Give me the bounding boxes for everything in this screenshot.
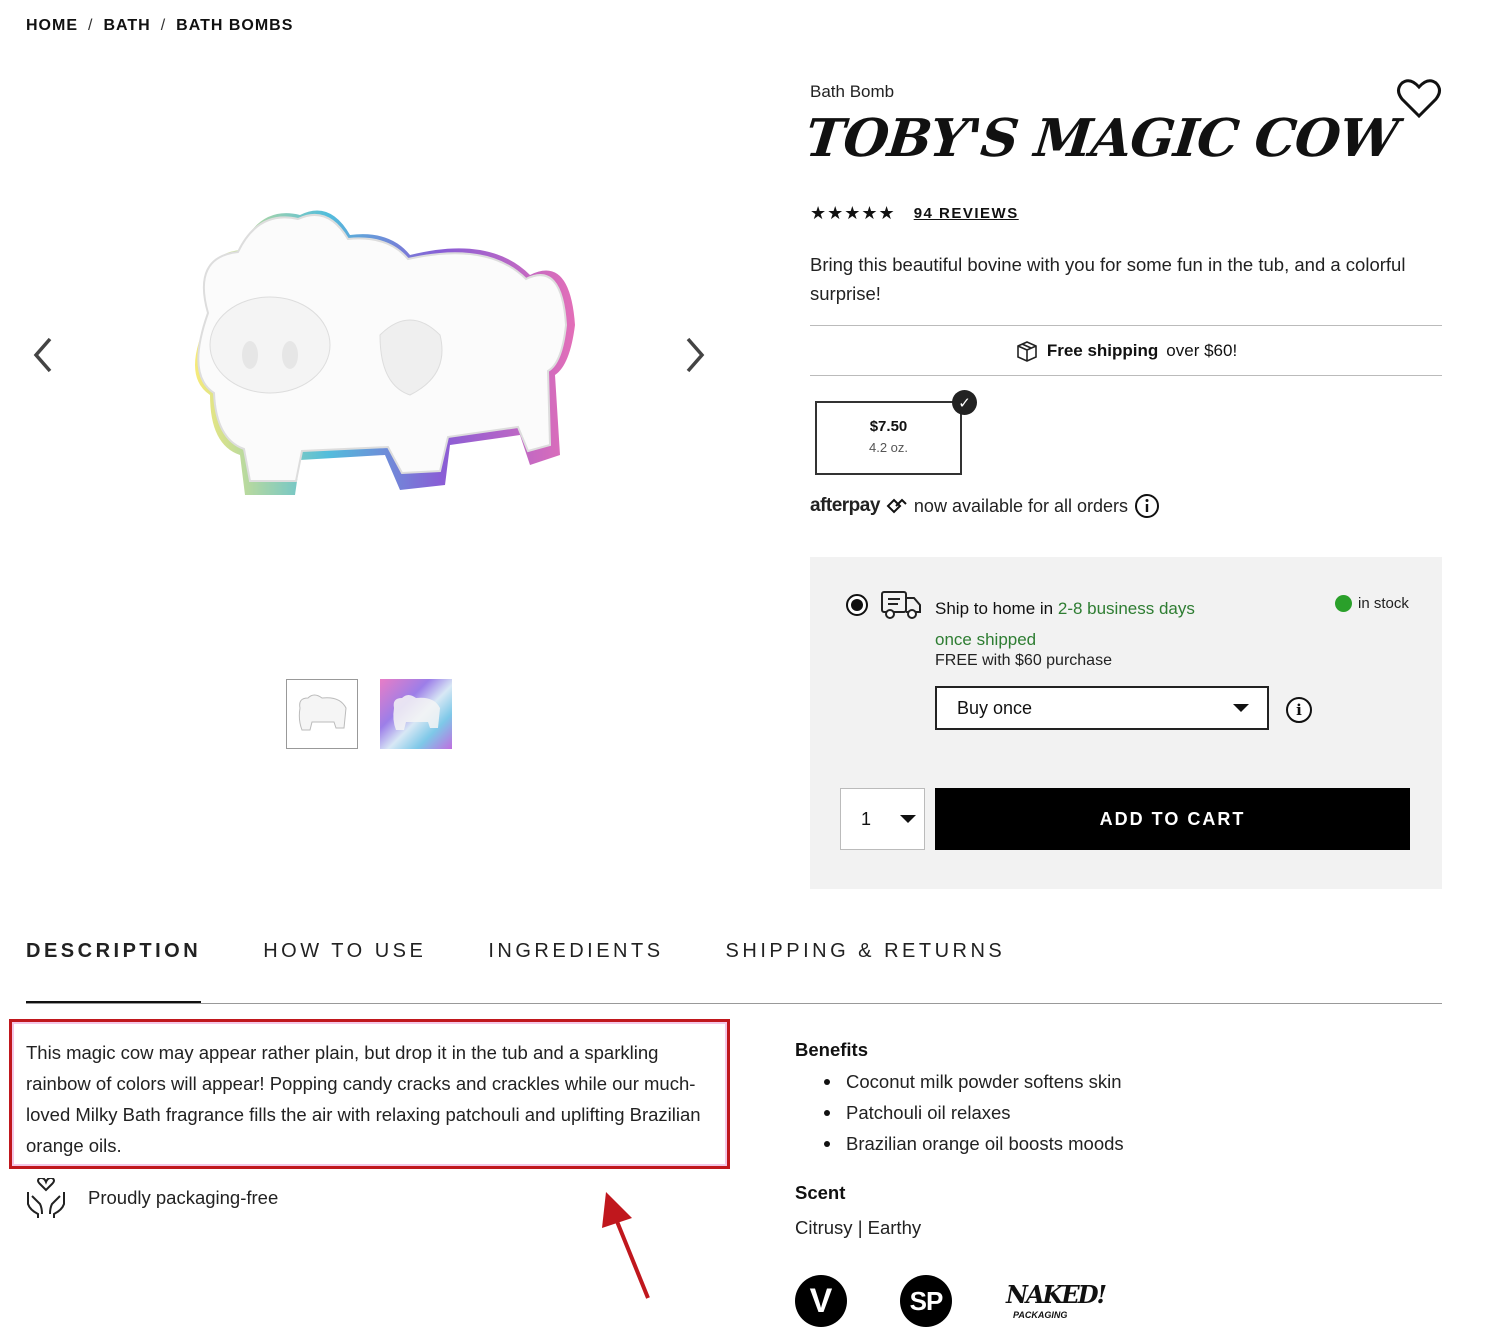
naked-packaging-logo: NAKED! <box>1006 1280 1107 1309</box>
afterpay-logo: afterpay <box>810 495 880 516</box>
size-weight: 4.2 oz. <box>868 440 909 455</box>
product-image <box>195 210 575 495</box>
delivery-days: 2-8 business days <box>1057 599 1195 618</box>
delivery-panel: Ship to home in 2-8 business days once s… <box>810 557 1442 889</box>
benefit-item: Coconut milk powder softens skin <box>824 1066 1124 1097</box>
breadcrumb-separator: / <box>160 17 167 34</box>
chevron-right-icon[interactable] <box>680 335 710 375</box>
product-tagline: Bring this beautiful bovine with you for… <box>810 254 1406 304</box>
benefit-item: Patchouli oil relaxes <box>824 1097 1124 1128</box>
tab-how-to-use[interactable]: HOW TO USE <box>263 940 426 1004</box>
breadcrumb: HOME / BATH / BATH BOMBS <box>26 17 293 35</box>
product-gallery <box>20 140 720 670</box>
ship-home-radio[interactable] <box>846 594 868 616</box>
delivery-free-note: FREE with $60 purchase <box>935 652 1112 669</box>
stock-status: in stock <box>1335 595 1409 612</box>
info-icon[interactable]: i <box>1286 697 1312 723</box>
packaging-note: Proudly packaging-free <box>24 1178 278 1218</box>
add-to-cart-button[interactable]: ADD TO CART <box>935 788 1410 850</box>
rating-row: ★★★★★ 94 REVIEWS <box>810 203 1019 224</box>
delivery-once-shipped: once shipped <box>935 630 1037 649</box>
quantity-value: 1 <box>861 808 872 829</box>
quantity-select[interactable]: 1 <box>840 788 925 850</box>
caret-down-icon <box>900 815 916 823</box>
tabs-divider <box>26 1003 1442 1004</box>
benefits-heading: Benefits <box>795 1039 868 1060</box>
info-icon[interactable] <box>1134 493 1160 519</box>
check-icon: ✓ <box>952 390 977 415</box>
star-rating-icon: ★★★★★ <box>810 203 896 223</box>
free-shipping-banner: Free shipping over $60! <box>810 325 1442 376</box>
benefit-item: Brazilian orange oil boosts moods <box>824 1128 1124 1159</box>
purchase-option-value: Buy once <box>957 697 1033 718</box>
purchase-option-select[interactable]: Buy once <box>935 686 1269 730</box>
tab-ingredients[interactable]: INGREDIENTS <box>488 940 663 1004</box>
scent-heading: Scent <box>795 1182 846 1203</box>
breadcrumb-bath[interactable]: BATH <box>103 17 150 35</box>
afterpay-text: now available for all orders <box>913 495 1129 516</box>
product-category: Bath Bomb <box>810 82 895 101</box>
vegan-badge-icon: V <box>795 1275 847 1327</box>
scent-value: Citrusy | Earthy <box>795 1217 922 1238</box>
free-shipping-label: Free shipping <box>1046 340 1159 360</box>
tab-description[interactable]: DESCRIPTION <box>26 940 202 1004</box>
free-shipping-threshold: over $60! <box>1166 340 1238 360</box>
size-option[interactable]: $7.50 4.2 oz. ✓ <box>815 390 977 475</box>
thumbnail-strip <box>286 679 452 749</box>
packaging-label: Proudly packaging-free <box>88 1187 279 1208</box>
afterpay-notice: afterpay now available for all orders <box>810 493 1160 519</box>
heart-icon[interactable] <box>1396 78 1442 120</box>
afterpay-loop-icon <box>886 498 907 514</box>
self-preserving-badge-icon: SP <box>900 1275 952 1327</box>
thumbnail-cow[interactable] <box>286 679 358 749</box>
stock-label: in stock <box>1358 595 1409 612</box>
product-title: TOBY'S MAGIC COW <box>802 108 1401 169</box>
product-tabs: DESCRIPTION HOW TO USE INGREDIENTS SHIPP… <box>26 940 1005 1004</box>
arrow-annotation-icon <box>602 1192 650 1299</box>
box-icon <box>1017 340 1037 362</box>
tab-shipping-returns[interactable]: SHIPPING & RETURNS <box>726 940 1006 1004</box>
chevron-left-icon[interactable] <box>28 335 58 375</box>
breadcrumb-bath-bombs[interactable]: BATH BOMBS <box>176 17 293 35</box>
caret-down-icon <box>1233 704 1249 712</box>
breadcrumb-separator: / <box>88 17 94 34</box>
breadcrumb-home[interactable]: HOME <box>26 17 78 35</box>
truck-icon <box>881 591 921 619</box>
hands-heart-icon <box>27 1178 65 1218</box>
thumbnail-rainbow[interactable] <box>380 679 452 749</box>
benefits-list: Coconut milk powder softens skin Patchou… <box>824 1066 1124 1159</box>
description-text: This magic cow may appear rather plain, … <box>26 1042 701 1156</box>
delivery-estimate: Ship to home in 2-8 business days once s… <box>935 593 1195 655</box>
naked-packaging-sub: PACKAGING <box>1013 1310 1068 1320</box>
in-stock-dot-icon <box>1335 595 1352 612</box>
delivery-method: Ship to home in <box>935 599 1058 618</box>
reviews-link[interactable]: 94 REVIEWS <box>914 205 1019 222</box>
size-price: $7.50 <box>869 418 908 435</box>
